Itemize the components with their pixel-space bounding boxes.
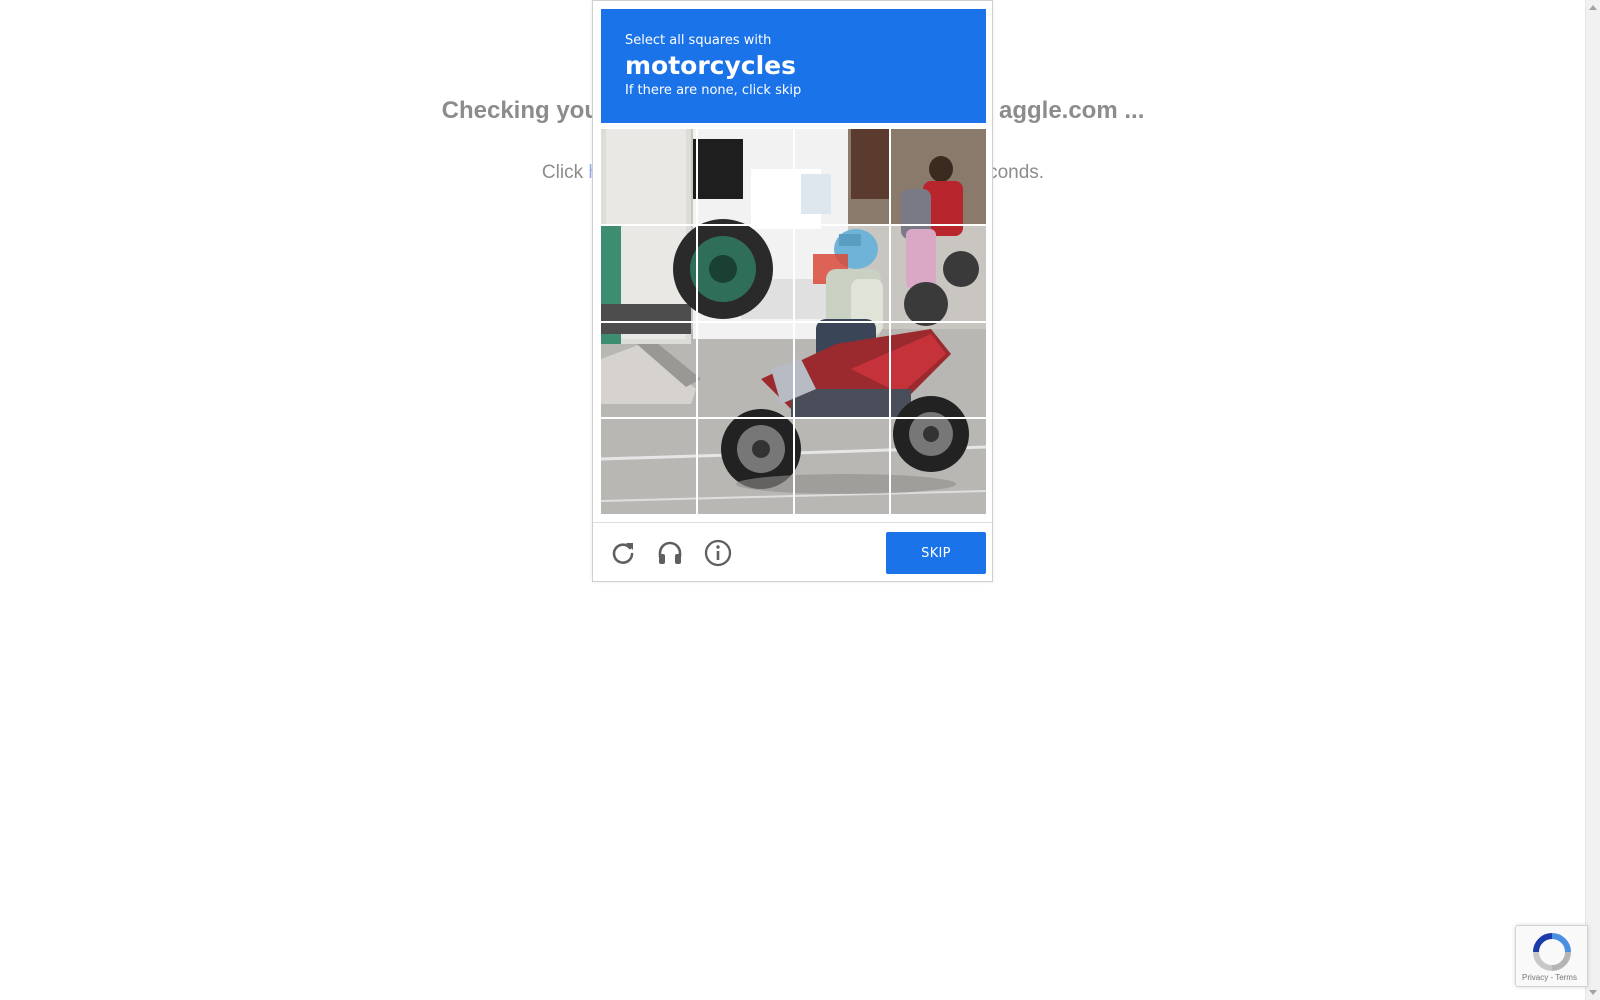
- tile-image-slice: [794, 419, 890, 514]
- reload-icon: [612, 543, 634, 564]
- reload-button[interactable]: [607, 537, 639, 569]
- target-object-label: motorcycles: [625, 51, 797, 80]
- image-tile[interactable]: [697, 129, 793, 224]
- tile-image-slice: [891, 419, 986, 514]
- info-button[interactable]: [702, 537, 734, 569]
- tile-image-slice: [794, 129, 890, 224]
- image-tile[interactable]: [794, 129, 890, 224]
- image-tile[interactable]: [601, 419, 696, 514]
- tile-image-slice: [601, 225, 696, 321]
- image-tile[interactable]: [891, 129, 986, 224]
- tile-image-slice: [794, 225, 890, 321]
- tile-image-slice: [601, 129, 696, 224]
- image-tile[interactable]: [697, 225, 793, 321]
- image-tile[interactable]: [891, 419, 986, 514]
- recaptcha-logo-icon: [1533, 933, 1571, 971]
- tile-image-slice: [697, 419, 793, 514]
- page-heading-left: Checking you: [441, 97, 599, 124]
- image-tile[interactable]: [891, 225, 986, 321]
- tile-image-slice: [891, 225, 986, 321]
- image-tile[interactable]: [794, 322, 890, 418]
- instruction-banner: Select all squares with motorcycles If t…: [601, 9, 986, 123]
- audio-challenge-button[interactable]: [654, 537, 686, 569]
- page-scrollbar[interactable]: [1585, 0, 1600, 1000]
- tile-image-slice: [601, 419, 696, 514]
- skip-button[interactable]: SKIP: [886, 532, 986, 574]
- image-tile[interactable]: [601, 322, 696, 418]
- instruction-post: If there are none, click skip: [625, 83, 802, 98]
- instruction-pre: Select all squares with: [625, 33, 772, 48]
- scroll-down-arrow-icon[interactable]: [1589, 990, 1597, 995]
- tile-image-slice: [601, 322, 696, 418]
- image-tile[interactable]: [794, 419, 890, 514]
- scroll-up-arrow-icon[interactable]: [1589, 5, 1597, 10]
- tile-image-slice: [891, 322, 986, 418]
- redirect-text-left: Click: [541, 162, 589, 183]
- recaptcha-badge[interactable]: Privacy - Terms: [1515, 925, 1588, 987]
- image-tile[interactable]: [697, 322, 793, 418]
- audio-headphones-icon: [658, 541, 682, 564]
- tile-image-slice: [891, 129, 986, 224]
- image-tile[interactable]: [697, 419, 793, 514]
- image-tile[interactable]: [891, 322, 986, 418]
- image-tile[interactable]: [601, 225, 696, 321]
- info-icon: [704, 539, 732, 567]
- tile-image-slice: [697, 129, 793, 224]
- page-heading-right: aggle.com ...: [998, 97, 1145, 124]
- captcha-challenge-dialog: Select all squares with motorcycles If t…: [592, 0, 993, 582]
- tile-image-slice: [697, 322, 793, 418]
- image-tile-grid: [601, 129, 986, 514]
- tile-image-slice: [697, 225, 793, 321]
- tile-image-slice: [794, 322, 890, 418]
- image-tile[interactable]: [601, 129, 696, 224]
- badge-links[interactable]: Privacy - Terms: [1522, 973, 1577, 982]
- image-tile[interactable]: [794, 225, 890, 321]
- footer-divider: [593, 522, 992, 523]
